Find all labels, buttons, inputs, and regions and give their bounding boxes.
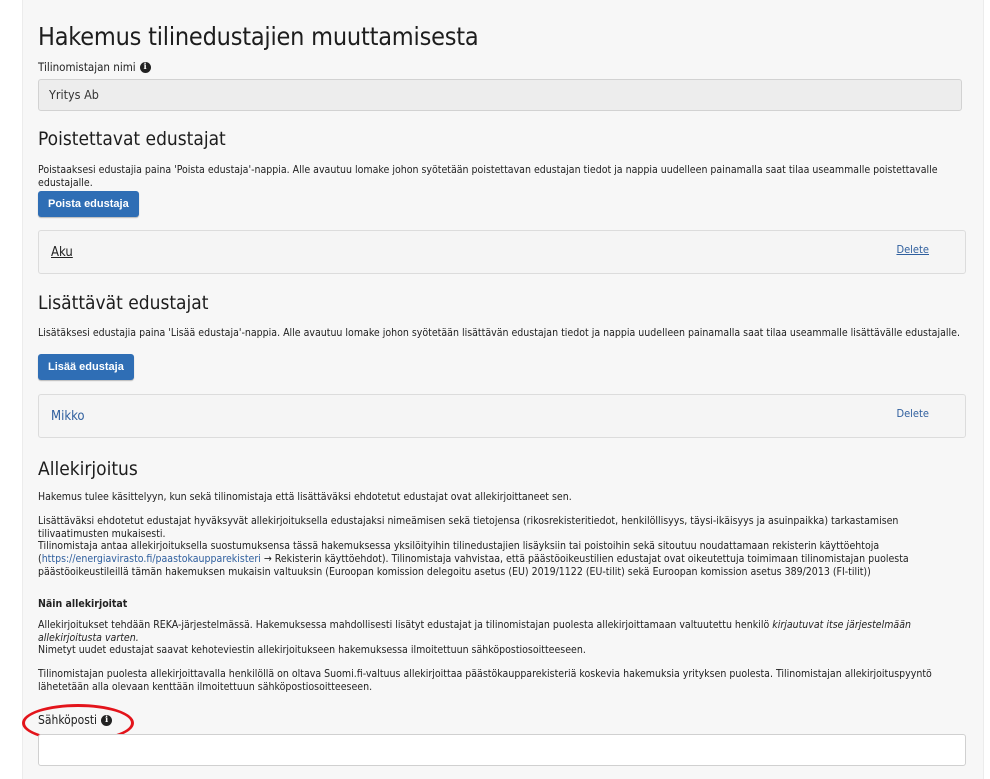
removed-representative-card: Aku Delete — [38, 230, 966, 274]
account-holder-field[interactable]: Yritys Ab — [38, 79, 962, 111]
added-section-heading: Lisättävät edustajat — [38, 292, 209, 314]
delete-added-representative-link[interactable]: Delete — [896, 407, 929, 420]
signature-paragraph-3: Tilinomistaja antaa allekirjoituksella s… — [38, 540, 909, 578]
added-representative-card: Mikko Delete — [38, 394, 966, 438]
added-section-description: Lisätäksesi edustajia paina 'Lisää edust… — [38, 327, 960, 339]
added-representative-name[interactable]: Mikko — [51, 409, 85, 424]
emission-registry-link[interactable]: https://energiavirasto.fi/paastokauppare… — [42, 553, 261, 565]
removed-section-description: Poistaaksesi edustajia paina 'Poista edu… — [38, 164, 938, 189]
signature-paragraph-6: Tilinomistajan puolesta allekirjoittaval… — [38, 668, 932, 693]
add-representative-button[interactable]: Lisää edustaja — [38, 354, 134, 380]
remove-representative-button[interactable]: Poista edustaja — [38, 191, 139, 217]
removed-representative-name[interactable]: Aku — [51, 245, 73, 260]
how-to-sign-heading: Näin allekirjoitat — [38, 598, 128, 610]
signature-paragraph-5: Nimetyt uudet edustajat saavat kehotevie… — [38, 644, 586, 656]
signature-paragraph-4: Allekirjoitukset tehdään REKA-järjestelm… — [38, 619, 911, 644]
delete-removed-representative-link[interactable]: Delete — [896, 243, 929, 256]
signature-section-heading: Allekirjoitus — [38, 458, 138, 480]
info-icon[interactable]: i — [139, 61, 151, 73]
email-input[interactable] — [38, 734, 966, 766]
removed-section-heading: Poistettavat edustajat — [38, 128, 226, 150]
signature-paragraph-1: Hakemus tulee käsittelyyn, kun sekä tili… — [38, 491, 572, 503]
account-holder-label: Tilinomistajan nimi i — [38, 60, 151, 74]
signature-paragraph-2: Lisättäväksi ehdotetut edustajat hyväksy… — [38, 515, 899, 540]
page-title: Hakemus tilinedustajien muuttamisesta — [38, 22, 479, 51]
page-frame — [22, 0, 984, 779]
